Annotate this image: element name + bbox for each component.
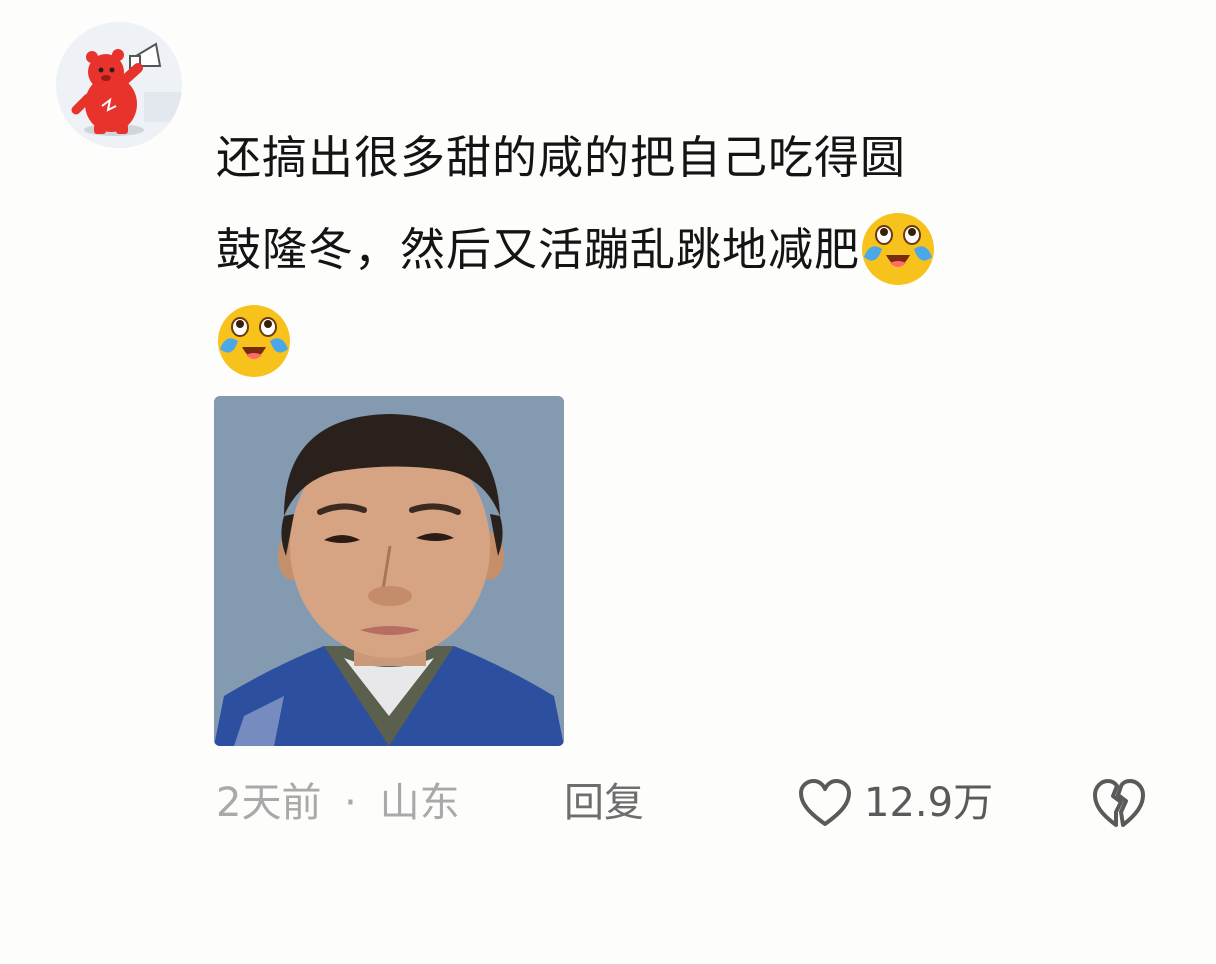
comment-time: 2天前 bbox=[216, 780, 322, 826]
comment-text: 还搞出很多甜的咸的把自己吃得圆 鼓隆冬，然后又活蹦乱跳地减肥 bbox=[216, 112, 1146, 388]
laughing-crying-emoji-icon bbox=[860, 211, 936, 287]
comment-location: 山东 bbox=[379, 780, 460, 826]
broken-heart-icon bbox=[1093, 779, 1145, 827]
comment-image[interactable] bbox=[214, 396, 564, 746]
comment-line-1: 还搞出很多甜的咸的把自己吃得圆 bbox=[216, 131, 907, 184]
user-avatar[interactable] bbox=[56, 22, 182, 148]
red-bear-megaphone-icon bbox=[56, 22, 182, 148]
laughing-crying-emoji-icon bbox=[216, 303, 292, 379]
heart-outline-icon bbox=[799, 779, 851, 826]
comment-meta: 2天前 · 山东 bbox=[216, 768, 460, 838]
comment-line-2: 鼓隆冬，然后又活蹦乱跳地减肥 bbox=[216, 223, 861, 276]
meta-separator: · bbox=[344, 780, 357, 826]
portrait-photo bbox=[214, 396, 564, 746]
reply-button[interactable]: 回复 bbox=[564, 768, 644, 838]
like-count: 12.9万 bbox=[864, 780, 994, 826]
like-button[interactable]: 12.9万 bbox=[798, 768, 993, 838]
comment-footer: 2天前 · 山东 回复 12.9万 bbox=[216, 768, 1156, 838]
dislike-button[interactable] bbox=[1092, 776, 1146, 830]
